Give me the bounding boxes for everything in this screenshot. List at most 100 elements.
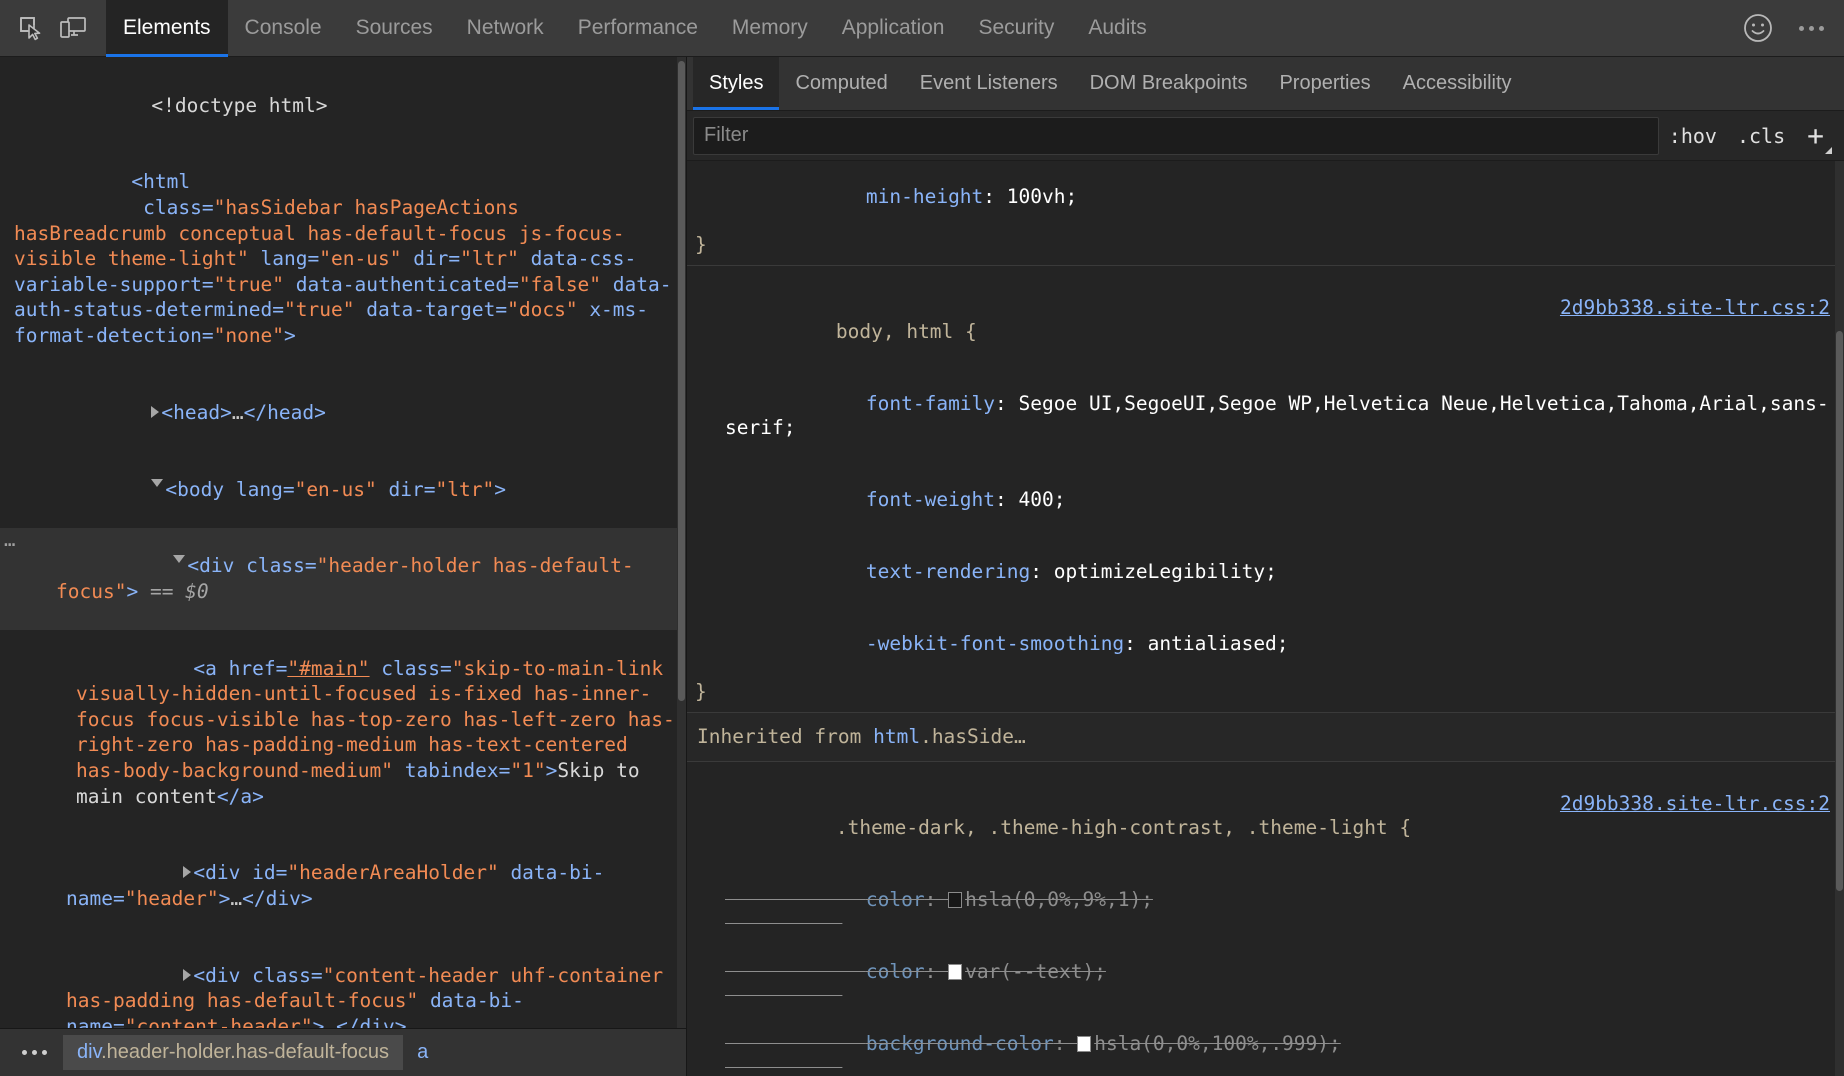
tab-event-listeners-label: Event Listeners [920, 72, 1058, 95]
color-swatch[interactable] [1077, 1036, 1091, 1052]
declaration-value: 400 [1019, 488, 1054, 511]
inherited-from-label: Inherited from html.hasSide… [687, 713, 1844, 762]
declaration-value: 100vh [1007, 185, 1066, 208]
dom-node-header-holder[interactable]: …<div class="header-holder has-default-f… [0, 528, 686, 630]
expand-triangle-icon[interactable] [183, 866, 191, 878]
tab-event-listeners[interactable]: Event Listeners [904, 57, 1074, 110]
declaration-value: hsla(0,0%,100%,.999) [1094, 1032, 1329, 1055]
tab-dom-breakpoints[interactable]: DOM Breakpoints [1074, 57, 1264, 110]
tab-properties[interactable]: Properties [1263, 57, 1386, 110]
inherited-class: .hasSide… [920, 725, 1026, 748]
cls-label: .cls [1737, 124, 1785, 148]
breadcrumb-tag: a [417, 1041, 428, 1063]
tab-computed[interactable]: Computed [779, 57, 903, 110]
dom-tree[interactable]: <!doctype html> <html class="hasSidebar … [0, 57, 686, 1028]
dom-node-header-area-holder[interactable]: <div id="headerAreaHolder" data-bi-name=… [0, 835, 686, 937]
breadcrumb-item-div[interactable]: div.header-holder.has-default-focus [63, 1035, 403, 1070]
expand-triangle-icon[interactable] [151, 406, 159, 418]
expand-triangle-icon[interactable] [183, 969, 191, 981]
tab-console[interactable]: Console [228, 0, 339, 57]
declaration-value: optimizeLegibility [1054, 560, 1265, 583]
device-toolbar-icon[interactable] [52, 8, 94, 48]
dom-node-html[interactable]: <html class="hasSidebar hasPageActions h… [0, 144, 686, 374]
dom-tree-scrollbar[interactable] [677, 57, 686, 1028]
declaration-value: var(--text) [965, 960, 1094, 983]
node-overflow-icon[interactable]: … [4, 528, 16, 554]
dom-node-skip-link[interactable]: <a href="#main" class="skip-to-main-link… [0, 630, 686, 835]
style-rule-body-html[interactable]: 2d9bb338.site-ltr.css:2 body, html { fon… [687, 266, 1844, 713]
breadcrumb-tag: div [77, 1041, 101, 1063]
declaration-value: antialiased [1148, 632, 1277, 655]
tab-console-label: Console [245, 16, 322, 40]
tab-accessibility-label: Accessibility [1403, 72, 1512, 95]
declaration-disabled[interactable]: color: var(--text); [687, 936, 1844, 1008]
declaration-disabled[interactable]: color: hsla(0,0%,9%,1); [687, 864, 1844, 936]
closing-brace: } [687, 680, 1844, 704]
panel-tabs: Elements Console Sources Network Perform… [106, 0, 1164, 57]
declaration[interactable]: -webkit-font-smoothing: antialiased; [687, 608, 1844, 680]
rule-selector[interactable]: body, html { [836, 320, 977, 343]
inherited-tag: html [873, 725, 920, 748]
declaration-property: color [866, 960, 925, 983]
collapse-triangle-icon[interactable] [151, 479, 163, 493]
tab-application[interactable]: Application [825, 0, 962, 57]
stylesheet-source-link[interactable]: 2d9bb338.site-ltr.css:2 [1560, 792, 1830, 816]
styles-filter-bar: :hov .cls + [687, 111, 1844, 161]
color-swatch[interactable] [948, 964, 962, 980]
declaration-value: hsla(0,0%,9%,1) [965, 888, 1141, 911]
dom-node-head[interactable]: <head>…</head> [0, 374, 686, 451]
closing-brace: } [687, 233, 1844, 257]
styles-scrollbar[interactable] [1835, 161, 1844, 1076]
tab-security[interactable]: Security [961, 0, 1071, 57]
declaration-disabled[interactable]: background-color: hsla(0,0%,100%,.999); [687, 1008, 1844, 1076]
declaration[interactable]: font-weight: 400; [687, 464, 1844, 536]
dom-node-doctype[interactable]: <!doctype html> [0, 67, 686, 144]
tab-styles-label: Styles [709, 72, 763, 95]
devtools-window: Elements Console Sources Network Perform… [0, 0, 1844, 1076]
hov-label: :hov [1669, 124, 1717, 148]
more-options-icon[interactable] [1793, 18, 1830, 39]
breadcrumb-item-a[interactable]: a [403, 1035, 442, 1070]
tab-network[interactable]: Network [450, 0, 561, 57]
elements-panel: <!doctype html> <html class="hasSidebar … [0, 57, 687, 1076]
tab-styles[interactable]: Styles [693, 57, 779, 110]
tab-properties-label: Properties [1279, 72, 1370, 95]
smiley-face-icon[interactable] [1741, 11, 1775, 45]
tab-computed-label: Computed [795, 72, 887, 95]
tab-sources[interactable]: Sources [339, 0, 450, 57]
filter-input[interactable] [693, 117, 1659, 155]
tab-memory[interactable]: Memory [715, 0, 825, 57]
stylesheet-source-link[interactable]: 2d9bb338.site-ltr.css:2 [1560, 296, 1830, 320]
plus-icon: + [1807, 119, 1824, 152]
tab-audits-label: Audits [1088, 16, 1146, 40]
declaration[interactable]: min-height: 100vh; [687, 161, 1844, 233]
declaration-property: font-weight [866, 488, 995, 511]
toolbar-right-actions [1741, 11, 1830, 45]
tab-elements[interactable]: Elements [106, 0, 228, 57]
tab-audits[interactable]: Audits [1071, 0, 1163, 57]
breadcrumb-overflow-icon[interactable] [6, 1050, 63, 1055]
main-toolbar: Elements Console Sources Network Perform… [0, 0, 1844, 57]
styles-rules-list[interactable]: min-height: 100vh; } 2d9bb338.site-ltr.c… [687, 161, 1844, 1076]
dom-node-content-header[interactable]: <div class="content-header uhf-container… [0, 937, 686, 1028]
tab-network-label: Network [467, 16, 544, 40]
inspect-element-icon[interactable] [10, 8, 52, 48]
panels-split: <!doctype html> <html class="hasSidebar … [0, 57, 1844, 1076]
declaration[interactable]: text-rendering: optimizeLegibility; [687, 536, 1844, 608]
dom-node-body[interactable]: <body lang="en-us" dir="ltr"> [0, 451, 686, 528]
styles-sidebar: Styles Computed Event Listeners DOM Brea… [687, 57, 1844, 1076]
color-swatch[interactable] [948, 892, 962, 908]
tab-accessibility[interactable]: Accessibility [1387, 57, 1528, 110]
rule-selector[interactable]: .theme-dark, .theme-high-contrast, .them… [836, 816, 1411, 839]
tab-memory-label: Memory [732, 16, 808, 40]
tab-performance[interactable]: Performance [561, 0, 715, 57]
cls-toggle-button[interactable]: .cls [1727, 120, 1795, 152]
style-rule-theme-contrast[interactable]: 2d9bb338.site-ltr.css:2 .theme-dark, .th… [687, 762, 1844, 1076]
doctype-text: <!doctype html> [151, 94, 327, 117]
collapse-triangle-icon[interactable] [173, 555, 185, 569]
new-style-rule-button[interactable]: + [1795, 126, 1834, 146]
breadcrumb: div.header-holder.has-default-focus a [0, 1028, 686, 1076]
hov-toggle-button[interactable]: :hov [1659, 120, 1727, 152]
declaration[interactable]: font-family: Segoe UI,SegoeUI,Segoe WP,H… [687, 368, 1844, 464]
style-rule-partial[interactable]: min-height: 100vh; } [687, 161, 1844, 266]
